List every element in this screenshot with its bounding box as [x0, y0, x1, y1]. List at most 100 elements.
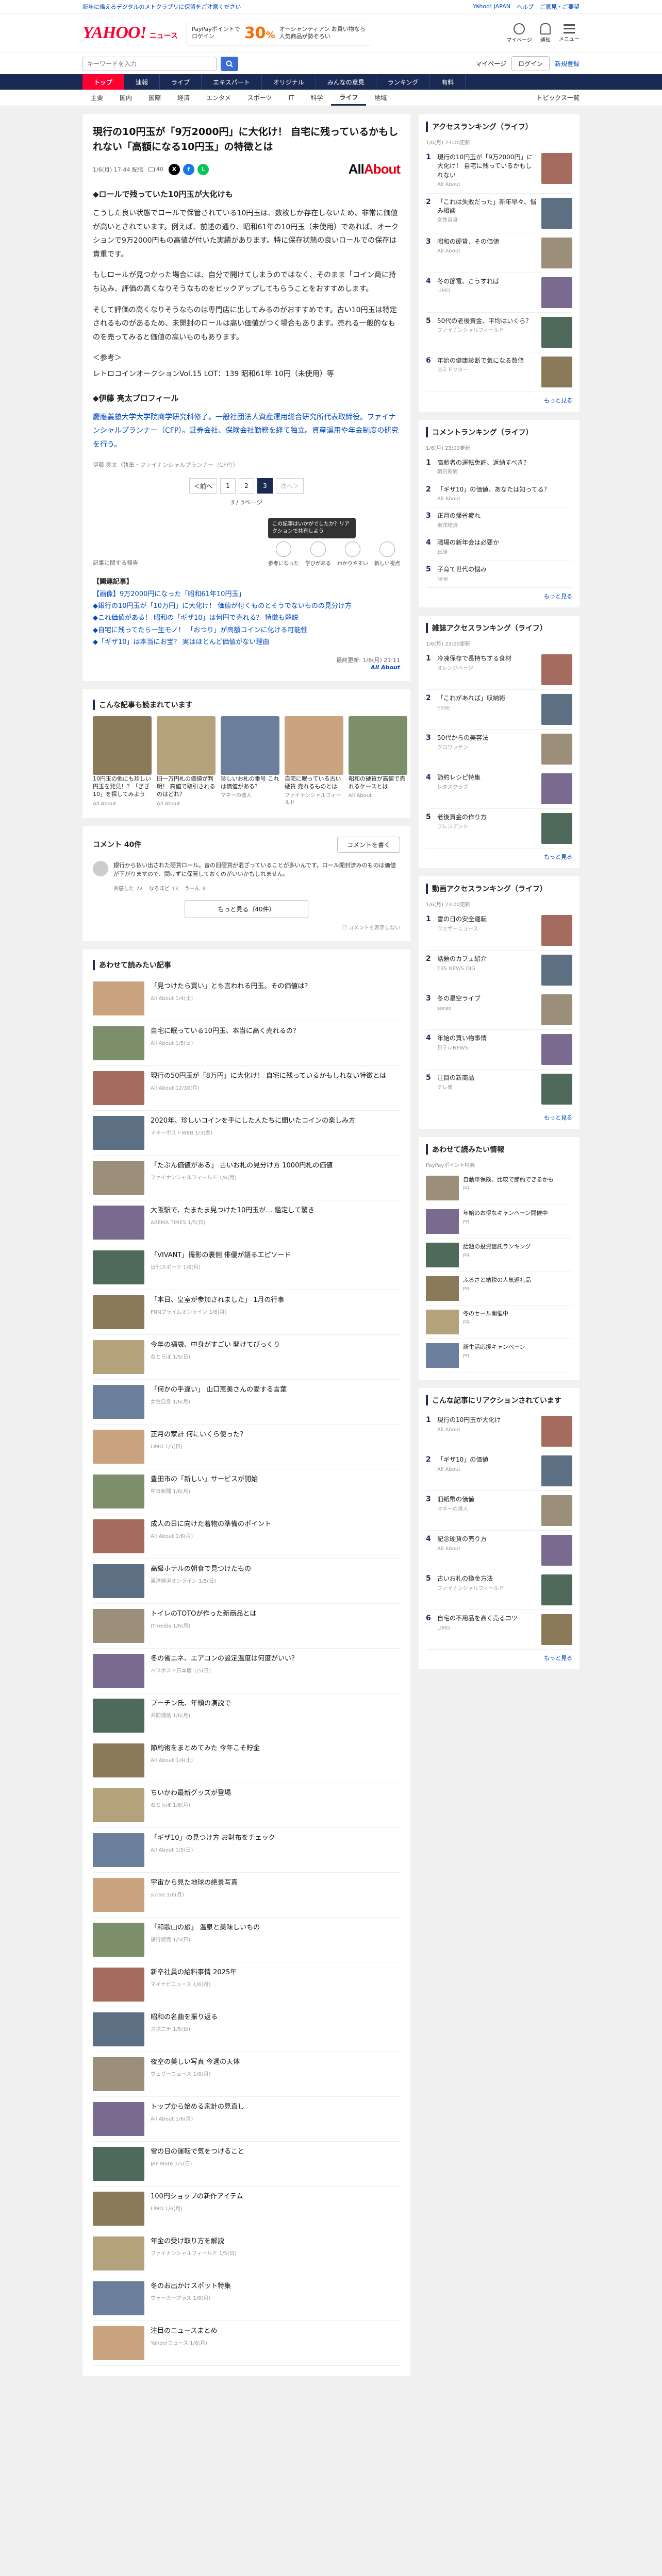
reaction-button-2[interactable]: わかりやすい: [337, 541, 368, 567]
recommend-item-1[interactable]: 旧一万円札の価値が判明！ 高値で取引されるのはどれ？ All About: [157, 716, 216, 808]
pager-item-2[interactable]: 2: [239, 478, 254, 494]
category-tab-8[interactable]: ライフ: [331, 90, 367, 106]
related-link-3[interactable]: ◆自宅に残ってたら一生モノ！ 「おつり」が高額コインに化ける可能性: [93, 624, 400, 636]
nav-item-1[interactable]: 速報: [124, 74, 160, 90]
ranking-item[interactable]: 5 注目の新商品 テレ東: [426, 1070, 572, 1110]
x-share-icon[interactable]: X: [168, 163, 180, 175]
category-tab-0[interactable]: 主要: [82, 90, 111, 106]
pager-item-4[interactable]: 次へ＞: [276, 478, 304, 494]
category-tab-6[interactable]: IT: [280, 90, 302, 106]
pager-item-3[interactable]: 3: [257, 478, 273, 494]
related-link-1[interactable]: ◆銀行の10円玉が「10万円」に大化け！ 価値が付くものとそうでないものの見分け…: [93, 600, 400, 612]
list-item[interactable]: 「VIVANT」撮影の裏側 俳優が語るエピソード 日刊スポーツ 1/6(月): [93, 1245, 400, 1291]
ranking-item[interactable]: 3 冬の星空ライブ sorae: [426, 990, 572, 1030]
ranking-item[interactable]: 3 50代からの美容法 クロワッサン: [426, 730, 572, 770]
ranking-more-link[interactable]: もっと見る: [426, 853, 572, 861]
notification-icon-button[interactable]: 通知: [540, 23, 551, 43]
comment-action-2[interactable]: うーん 3: [184, 884, 205, 892]
pr-item[interactable]: 話題の投資信託ランキング PR: [426, 1239, 572, 1273]
search-button[interactable]: [221, 56, 238, 71]
ranking-item[interactable]: 6 年始の健康診断で気になる数値 ヨミドクター: [426, 352, 572, 392]
site-logo[interactable]: YAHOO! ニュース: [82, 23, 178, 43]
footnote-brand[interactable]: All About: [93, 664, 400, 671]
ranking-item[interactable]: 3 昭和の硬貨、その価値 All About: [426, 233, 572, 273]
list-item[interactable]: 2020年、珍しいコインを手にした人たちに聞いたコインの楽しみ方 マネーポストWE…: [93, 1111, 400, 1156]
ranking-item[interactable]: 1 現行の10円玉が「9万2000円」に大化け！ 自宅に残っているかもしれない Al…: [426, 149, 572, 194]
category-tab-3[interactable]: 経済: [169, 90, 198, 106]
related-link-0[interactable]: 【画像】9万2000円になった「昭和61年10円玉」: [93, 588, 400, 600]
facebook-share-icon[interactable]: f: [183, 163, 194, 175]
search-input[interactable]: [82, 56, 217, 71]
pager-item-1[interactable]: 1: [220, 478, 236, 494]
help-link[interactable]: ヘルプ: [517, 3, 534, 11]
ranking-more-link[interactable]: もっと見る: [426, 1654, 572, 1662]
nav-item-3[interactable]: エキスパート: [202, 74, 262, 90]
topbar-notice-link[interactable]: 新年に備えるデジタルのメトクラブリに保留をご注意ください: [82, 3, 241, 11]
category-tab-7[interactable]: 科学: [302, 90, 331, 106]
list-item[interactable]: トイレのTOTOが作った新商品とは ITmedia 1/6(月): [93, 1604, 400, 1649]
ranking-item[interactable]: 1 高齢者の運転免許、返納すべき？ 朝日新聞: [426, 454, 572, 481]
pr-item[interactable]: 年始のお得なキャンペーン開催中 PR: [426, 1205, 572, 1239]
list-item[interactable]: 「和歌山の旅」 温泉と美味しいもの 旅行読売 1/5(日): [93, 1918, 400, 1963]
menu-icon-button[interactable]: メニュー: [559, 24, 580, 42]
ranking-item[interactable]: 4 職場の新年会は必要か 日経: [426, 534, 572, 562]
pr-item[interactable]: 自動車保険、比較で節約できるかも PR: [426, 1172, 572, 1206]
mypage-icon-button[interactable]: マイページ: [506, 23, 532, 43]
list-item[interactable]: 自宅に眠っている10円玉、本当に高く売れるの？ All About 1/5(日): [93, 1021, 400, 1066]
ranking-item[interactable]: 2 「これは失敗だった」新年早々、悩み相談 女性自身: [426, 194, 572, 233]
category-tab-4[interactable]: エンタメ: [198, 90, 239, 106]
ranking-more-link[interactable]: もっと見る: [426, 592, 572, 600]
ranking-item[interactable]: 4 記念硬貨の売り方 All About: [426, 1531, 572, 1571]
list-item[interactable]: 新卒社員の給料事情 2025年 マイナビニュース 1/6(月): [93, 1962, 400, 2008]
nav-item-2[interactable]: ライブ: [160, 74, 202, 90]
yahoo-japan-link[interactable]: Yahoo! JAPAN: [473, 3, 510, 10]
list-item[interactable]: 昭和の名曲を振り返る スポニチ 1/5(日): [93, 2007, 400, 2053]
list-item[interactable]: 「見つけたら買い」とも言われる円玉。その価値は？ All About 1/4(土): [93, 976, 400, 1022]
topics-list-link[interactable]: トピックス一覧: [536, 90, 580, 106]
pager-item-0[interactable]: ＜前へ: [189, 478, 217, 494]
ranking-item[interactable]: 2 話題のカフェ紹介 TBS NEWS DIG: [426, 951, 572, 991]
pr-item[interactable]: 新生活応援キャンペーン PR: [426, 1339, 572, 1373]
list-item[interactable]: 「何かの手違い」 山口恵美さんの愛する言葉 女性自身 1/6(月): [93, 1380, 400, 1425]
recommend-item-0[interactable]: 10円玉の他にも珍しい円玉を発見！？「ぎざ10」を探してみよう All About: [93, 716, 152, 808]
register-link[interactable]: 新規登録: [555, 59, 580, 68]
list-item[interactable]: 節約術をまとめてみた 今年こそ貯金 All About 1/4(土): [93, 1738, 400, 1784]
list-item[interactable]: 夜空の美しい写真 今週の天体 ウェザーニュース 1/6(月): [93, 2052, 400, 2097]
ranking-more-link[interactable]: もっと見る: [426, 1113, 572, 1122]
pr-item[interactable]: 冬のセール開催中 PR: [426, 1306, 572, 1340]
related-link-4[interactable]: ◆「ギザ10」は本当にお宝？ 実はほとんど価値がない理由: [93, 636, 400, 648]
pr-item[interactable]: ふるさと納税の人気返礼品 PR: [426, 1272, 572, 1306]
ranking-item[interactable]: 4 冬の節電、こうすれば LIMO: [426, 273, 572, 313]
list-item[interactable]: 成人の日に向けた着物の準備のポイント All About 1/6(月): [93, 1514, 400, 1560]
list-item[interactable]: 豊田市の「新しい」サービスが開始 中日新聞 1/6(月): [93, 1469, 400, 1515]
list-item[interactable]: 注目のニュースまとめ Yahoo!ニュース 1/6(月): [93, 2321, 400, 2366]
list-item[interactable]: 「ギザ10」の見つけ方 お財布をチェック All About 1/5(日): [93, 1828, 400, 1873]
comment-count-badge[interactable]: 40: [148, 166, 163, 173]
list-item[interactable]: 現行の50円玉が「8万円」に大化け！ 自宅に残っているかもしれない特徴とは All…: [93, 1066, 400, 1111]
recommend-item-3[interactable]: 自宅に眠っている古い硬貨 売れるものとは ファイナンシャルフィールド: [285, 716, 343, 808]
ranking-item[interactable]: 5 老後資金の作り方 プレジデント: [426, 809, 572, 849]
ranking-item[interactable]: 5 子育て世代の悩み NHK: [426, 561, 572, 588]
list-item[interactable]: 雪の日の運転で気をつけること JAF Mate 1/5(日): [93, 2142, 400, 2187]
ranking-item[interactable]: 4 年始の買い物事情 日テレNEWS: [426, 1030, 572, 1070]
comment-action-0[interactable]: 共感した 72: [113, 884, 143, 892]
nav-item-6[interactable]: ランキング: [376, 74, 431, 90]
category-tab-2[interactable]: 国際: [140, 90, 169, 106]
profile-link[interactable]: 慶應義塾大学大学院商学研究科修了。一般社団法人資産運用総合研究所代表取締役。ファ…: [93, 413, 399, 449]
list-item[interactable]: ちいかわ最新グッズが登場 ねとらぼ 1/6(月): [93, 1783, 400, 1828]
report-link[interactable]: 記事に関する報告: [93, 558, 138, 567]
list-item[interactable]: 「本日、皇室が参加されました」 1月の行事 FNNプライムオンライン 1/6(月): [93, 1290, 400, 1335]
publisher-logo[interactable]: AllAbout: [349, 161, 401, 177]
category-tab-5[interactable]: スポーツ: [239, 90, 280, 106]
list-item[interactable]: 年金の受け取り方を解説 ファイナンシャルフィールド 1/5(日): [93, 2231, 400, 2277]
ranking-more-link[interactable]: もっと見る: [426, 396, 572, 404]
recommend-item-2[interactable]: 珍しいお札の番号 これは価値がある？ マネーの達人: [221, 716, 279, 808]
reaction-button-0[interactable]: 参考になった: [268, 541, 299, 567]
ranking-item[interactable]: 6 自宅の不用品を高く売るコツ LIMO: [426, 1610, 572, 1650]
list-item[interactable]: 正月の家計 何にいくら使った？ LIMO 1/5(日): [93, 1425, 400, 1470]
reaction-button-3[interactable]: 新しい視点: [374, 541, 400, 567]
more-comments-button[interactable]: もっと見る（40件）: [185, 900, 308, 919]
list-item[interactable]: プーチン氏、年頭の演説で 共同通信 1/6(月): [93, 1693, 400, 1739]
hide-comments-toggle[interactable]: ☐ コメントを表示しない: [93, 923, 400, 931]
write-comment-button[interactable]: コメントを書く: [337, 836, 400, 853]
